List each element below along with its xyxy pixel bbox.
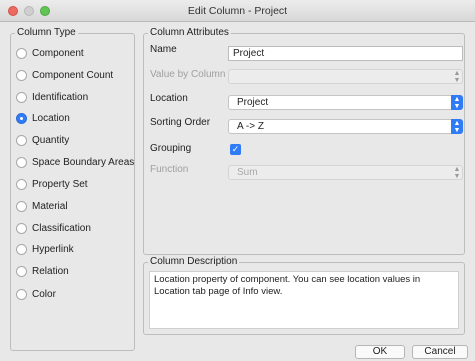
- radio-button-icon[interactable]: [16, 69, 27, 81]
- updown-chevron-icon: ▲ ▼: [453, 70, 461, 84]
- radio-label: Color: [32, 288, 56, 300]
- sorting-order-value: A -> Z: [237, 121, 264, 132]
- radio-label: Material: [32, 200, 68, 212]
- radio-button-icon[interactable]: [16, 47, 27, 59]
- radio-option-color[interactable]: Color: [16, 287, 56, 301]
- location-select[interactable]: Project ▲ ▼: [228, 95, 463, 110]
- column-description-group: Column Description Location property of …: [143, 256, 465, 335]
- radio-button-icon[interactable]: [16, 265, 27, 277]
- window-title: Edit Column - Project: [187, 5, 288, 17]
- radio-option-material[interactable]: Material: [16, 199, 68, 213]
- radio-button-icon[interactable]: [16, 156, 27, 168]
- radio-label: Location: [32, 112, 70, 124]
- location-value: Project: [237, 97, 269, 108]
- location-label: Location: [150, 93, 188, 104]
- function-label: Function: [150, 164, 189, 175]
- radio-button-selected-icon[interactable]: [16, 112, 27, 124]
- radio-option-property-set[interactable]: Property Set: [16, 177, 88, 191]
- radio-button-icon[interactable]: [16, 200, 27, 212]
- radio-label: Component: [32, 47, 84, 59]
- radio-button-icon[interactable]: [16, 222, 27, 234]
- sorting-order-label: Sorting Order: [150, 117, 211, 128]
- updown-chevron-icon: ▲ ▼: [451, 95, 463, 110]
- name-field[interactable]: Project: [228, 46, 463, 61]
- radio-label: Classification: [32, 222, 91, 234]
- function-select: Sum ▲ ▼: [228, 165, 463, 180]
- radio-option-classification[interactable]: Classification: [16, 221, 91, 235]
- radio-button-icon[interactable]: [16, 91, 27, 103]
- column-description-legend: Column Description: [148, 256, 240, 267]
- radio-button-icon[interactable]: [16, 134, 27, 146]
- radio-label: Quantity: [32, 134, 70, 146]
- column-attributes-legend: Column Attributes: [148, 27, 231, 38]
- radio-option-hyperlink[interactable]: Hyperlink: [16, 242, 74, 256]
- cancel-button[interactable]: Cancel: [412, 345, 468, 359]
- radio-option-relation[interactable]: Relation: [16, 264, 69, 278]
- radio-button-icon[interactable]: [16, 288, 27, 300]
- value-by-column-select: ▲ ▼: [228, 69, 463, 84]
- name-label: Name: [150, 44, 177, 55]
- radio-label: Relation: [32, 265, 69, 277]
- sorting-order-select[interactable]: A -> Z ▲ ▼: [228, 119, 463, 134]
- radio-label: Component Count: [32, 69, 114, 81]
- radio-label: Space Boundary Areas: [32, 156, 135, 168]
- column-description-text: Location property of component. You can …: [149, 271, 459, 329]
- radio-label: Property Set: [32, 178, 88, 190]
- radio-option-space-boundary-areas[interactable]: Space Boundary Areas: [16, 155, 134, 169]
- ok-button[interactable]: OK: [355, 345, 405, 359]
- radio-option-identification[interactable]: Identification: [16, 90, 88, 104]
- column-type-legend: Column Type: [15, 27, 78, 38]
- grouping-checkbox[interactable]: ✓: [230, 144, 241, 155]
- radio-option-quantity[interactable]: Quantity: [16, 133, 69, 147]
- radio-button-icon[interactable]: [16, 178, 27, 190]
- radio-label: Identification: [32, 91, 89, 103]
- column-attributes-group: Column Attributes Name Project Value by …: [143, 27, 465, 255]
- radio-button-icon[interactable]: [16, 243, 27, 255]
- value-by-column-label: Value by Column: [150, 69, 226, 80]
- column-type-group: Column Type Component Component Count Id…: [10, 27, 135, 351]
- radio-option-location[interactable]: Location: [16, 111, 70, 125]
- checkmark-icon: ✓: [231, 144, 240, 154]
- function-value: Sum: [237, 167, 258, 178]
- radio-option-component-count[interactable]: Component Count: [16, 68, 113, 82]
- radio-label: Hyperlink: [32, 243, 74, 255]
- updown-chevron-icon: ▲ ▼: [451, 119, 463, 134]
- updown-chevron-icon: ▲ ▼: [453, 166, 461, 180]
- radio-option-component[interactable]: Component: [16, 46, 84, 60]
- grouping-label: Grouping: [150, 143, 192, 154]
- title-bar: Edit Column - Project: [0, 0, 475, 22]
